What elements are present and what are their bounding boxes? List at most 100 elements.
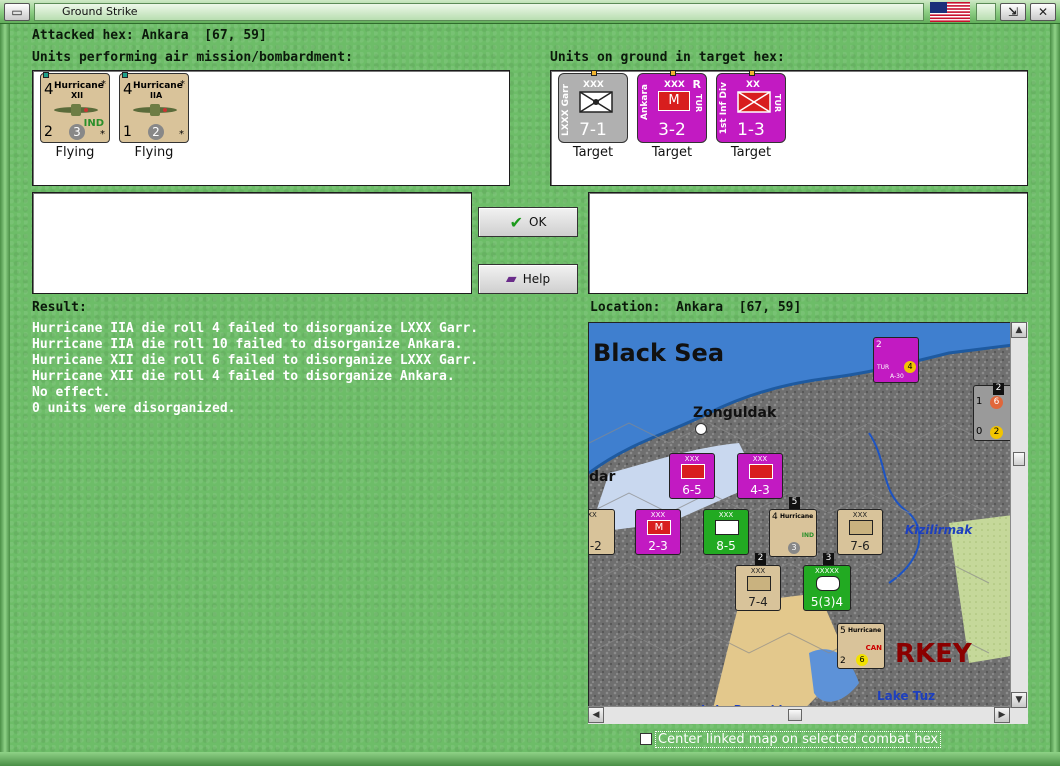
- unit-nationality: TUR: [773, 94, 782, 113]
- air-nationality: CAN: [865, 644, 882, 652]
- port-icon: [695, 423, 707, 435]
- restore-icon: ⇲: [1007, 5, 1019, 19]
- map-vertical-scrollbar[interactable]: ▲ ▼: [1010, 322, 1028, 708]
- title-bar-end: [976, 3, 996, 21]
- restore-button[interactable]: ⇲: [1000, 3, 1026, 21]
- unit-size: XXX: [664, 80, 685, 90]
- air-counter: 4 Hurricane * XII IND 2 3 *: [40, 72, 110, 143]
- air-value: 0: [976, 426, 983, 437]
- result-line: Hurricane XII die roll 4 failed to disor…: [32, 369, 455, 384]
- scroll-right-icon[interactable]: ▶: [994, 707, 1010, 723]
- air-strength-circle: 3: [69, 124, 85, 140]
- unit-status: Target: [651, 145, 693, 160]
- air-value: 1: [123, 124, 132, 140]
- air-value: 2: [44, 124, 53, 140]
- air-range: 5: [840, 626, 846, 636]
- unit-size: XX: [588, 511, 597, 519]
- air-strength-circle: 6: [856, 654, 868, 666]
- center-map-label[interactable]: Center linked map on selected combat hex: [655, 731, 942, 748]
- scroll-thumb[interactable]: [788, 709, 802, 721]
- map-counter[interactable]: XXX 6-5: [669, 453, 715, 499]
- air-range: 4: [123, 80, 133, 98]
- center-map-checkbox[interactable]: [640, 733, 652, 745]
- ground-unit-lxxx-garr[interactable]: LXXX Garr XXX 7-1 Target: [558, 70, 628, 160]
- unit-size: XX: [746, 80, 760, 90]
- scroll-up-icon[interactable]: ▲: [1011, 322, 1027, 338]
- stack-count-badge: 2: [993, 383, 1004, 395]
- infantry-symbol-icon: [737, 91, 771, 113]
- air-range: 4: [44, 80, 54, 98]
- city-label: Zonguldak: [693, 405, 777, 421]
- close-icon: ✕: [1037, 5, 1049, 19]
- scroll-thumb[interactable]: [1013, 452, 1025, 466]
- help-button[interactable]: ▰ Help: [478, 264, 578, 294]
- unit-strength: 5(3)4: [810, 595, 844, 609]
- checkmark-icon: ✔: [509, 212, 524, 232]
- scroll-corner: [1010, 708, 1028, 724]
- unit-status: Flying: [55, 145, 95, 160]
- air-range: 2: [876, 340, 882, 350]
- infantry-symbol-icon: [749, 464, 773, 479]
- result-line: Hurricane IIA die roll 10 failed to diso…: [32, 337, 463, 352]
- air-strength-circle: 3: [788, 542, 800, 554]
- result-line: Hurricane XII die roll 6 failed to disor…: [32, 353, 479, 368]
- location-value: Ankara [67, 59]: [676, 300, 802, 315]
- map-counter[interactable]: XXX 8-5: [703, 509, 749, 555]
- map-counter[interactable]: XXX 7-4: [735, 565, 781, 611]
- ground-unit-ankara[interactable]: Ankara XXX R TUR M 3-2 Target: [637, 70, 707, 160]
- ok-button[interactable]: ✔ OK: [478, 207, 578, 237]
- unit-size: XXX: [583, 80, 604, 90]
- unit-size: XXX: [650, 511, 666, 519]
- result-log: Hurricane IIA die roll 4 failed to disor…: [32, 321, 478, 417]
- attacked-hex-value: Ankara [67, 59]: [141, 28, 267, 43]
- air-type-name: Hurricane: [54, 81, 104, 91]
- stack-count-badge: 3: [823, 553, 834, 565]
- ground-counter: 1st Inf Div XX TUR 1-3: [716, 70, 786, 143]
- map-air-counter[interactable]: 2 TUR 4 A-30: [873, 337, 919, 383]
- scroll-down-icon[interactable]: ▼: [1011, 692, 1027, 708]
- title-bar: ▭ Ground Strike ⇲ ✕: [0, 0, 1060, 24]
- air-variant: XII: [71, 91, 84, 100]
- map-air-counter[interactable]: 5 Hurricane CAN 2 6: [837, 623, 885, 669]
- map-counter[interactable]: XXX 4-3: [737, 453, 783, 499]
- ground-units-label: Units on ground in target hex:: [550, 50, 785, 65]
- infantry-symbol-icon: [681, 464, 705, 479]
- air-unit-hurricane-xii[interactable]: 4 Hurricane * XII IND 2 3 * Flying: [40, 72, 110, 160]
- unit-size: XXX: [752, 455, 768, 463]
- star-marker: *: [179, 129, 184, 140]
- help-label: Help: [522, 272, 551, 286]
- air-type-name: Hurricane: [848, 627, 882, 634]
- air-units-label: Units performing air mission/bombardment…: [32, 50, 353, 65]
- air-range: 1: [976, 396, 983, 407]
- result-label: Result:: [32, 300, 87, 315]
- map-counter[interactable]: XXXXX 5(3)4: [803, 565, 851, 611]
- close-button[interactable]: ✕: [1030, 3, 1056, 21]
- map-counter[interactable]: XX 2-2: [588, 509, 615, 555]
- unit-size: XXX: [718, 511, 734, 519]
- result-line: Hurricane IIA die roll 4 failed to disor…: [32, 321, 479, 336]
- city-label: dar: [589, 469, 616, 485]
- unit-strength: 2-2: [589, 539, 602, 553]
- unit-nationality: TUR: [694, 94, 703, 113]
- air-range: 4: [772, 512, 778, 522]
- map-counter[interactable]: XXX 7-6: [837, 509, 883, 555]
- location-heading: Location: Ankara [67, 59]: [590, 300, 801, 315]
- system-menu-button[interactable]: ▭: [4, 3, 30, 21]
- hq-symbol-icon: [816, 576, 840, 591]
- air-detail-panel: [32, 192, 472, 294]
- unit-strength: 6-5: [682, 483, 702, 497]
- air-type-name: Hurricane: [133, 81, 183, 91]
- country-label: RKEY: [895, 639, 972, 669]
- unit-strength: 3-2: [658, 120, 686, 140]
- map-air-counter[interactable]: 4 Hurricane IND 3: [769, 509, 817, 557]
- plane-icon: [54, 104, 98, 116]
- air-unit-hurricane-iia[interactable]: 4 Hurricane * IIA 1 2 * Flying: [119, 72, 189, 160]
- map-counter[interactable]: XXX M 2-3: [635, 509, 681, 555]
- window-title: Ground Strike: [62, 5, 138, 18]
- ground-unit-1st-inf-div[interactable]: 1st Inf Div XX TUR 1-3 Target: [716, 70, 786, 160]
- attacked-hex-heading: Attacked hex: Ankara [67, 59]: [32, 28, 267, 43]
- map-horizontal-scrollbar[interactable]: ◀ ▶: [588, 706, 1010, 724]
- scroll-left-icon[interactable]: ◀: [588, 707, 604, 723]
- bottom-frame: [0, 752, 1060, 766]
- mini-map[interactable]: Black Sea Zonguldak dar Kizilirmak RKEY …: [588, 322, 1028, 724]
